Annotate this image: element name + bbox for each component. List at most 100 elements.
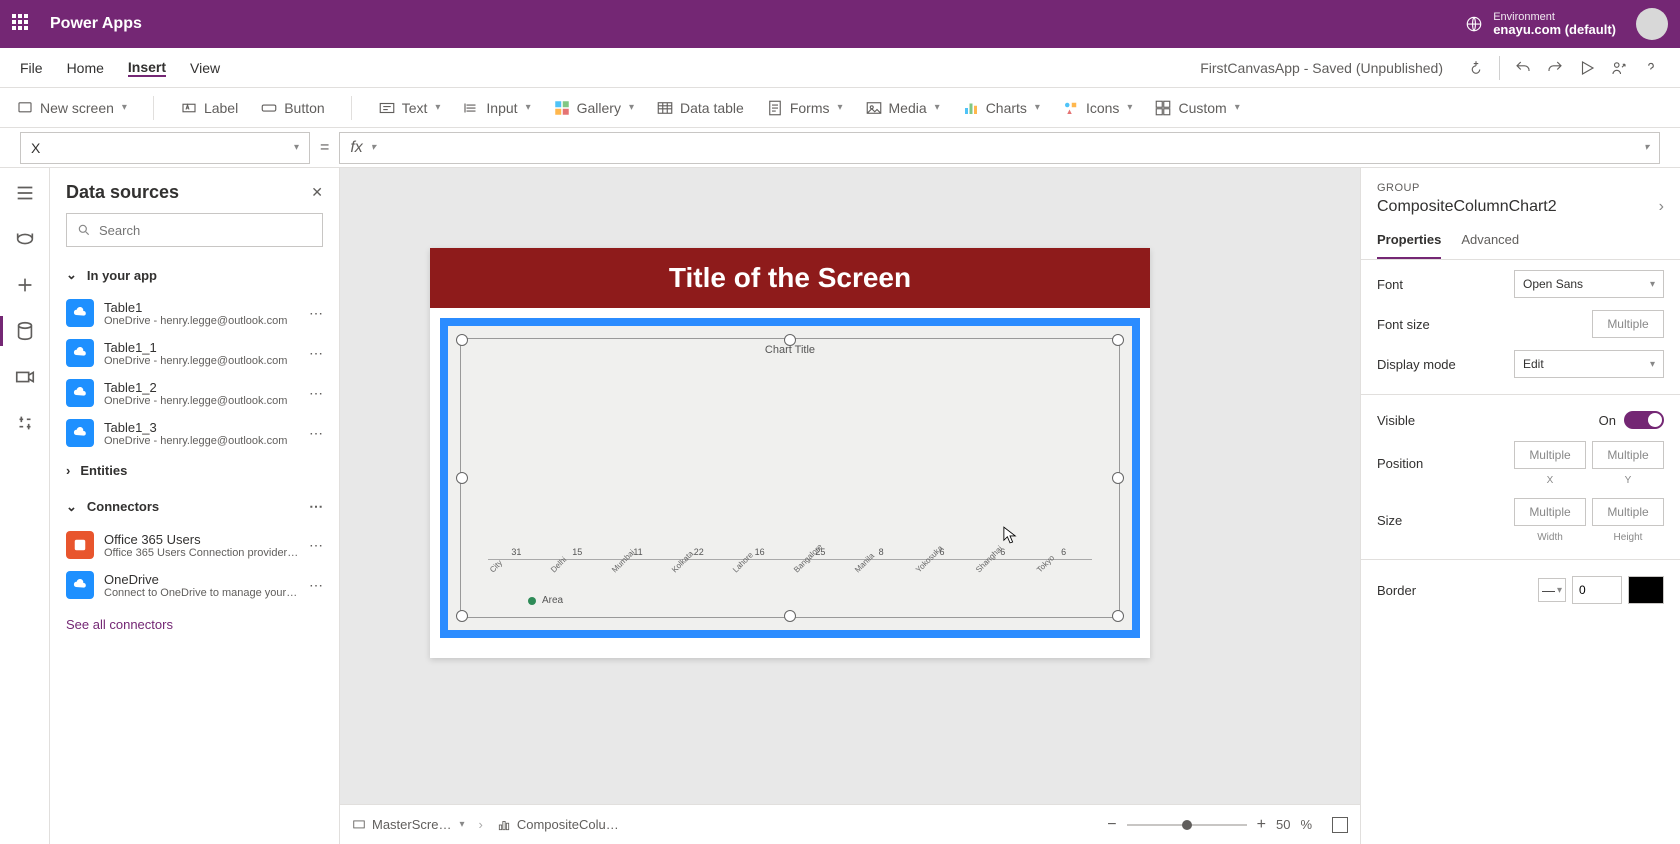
custom-button[interactable]: Custom▾ xyxy=(1154,99,1239,117)
menu-insert[interactable]: Insert xyxy=(128,59,166,77)
input-button[interactable]: Input▾ xyxy=(462,99,530,117)
size-label: Size xyxy=(1377,513,1402,528)
border-label: Border xyxy=(1377,583,1416,598)
displaymode-select[interactable]: Edit ▾ xyxy=(1514,350,1664,378)
waffle-icon[interactable] xyxy=(12,14,32,34)
border-width-input[interactable] xyxy=(1572,576,1622,604)
bar-value: 16 xyxy=(755,547,765,557)
play-icon[interactable] xyxy=(1578,59,1596,77)
datatable-button[interactable]: Data table xyxy=(656,99,744,117)
data-source-item[interactable]: Table1OneDrive - henry.legge@outlook.com… xyxy=(50,293,339,333)
gallery-button[interactable]: Gallery▾ xyxy=(553,99,634,117)
connector-title: OneDrive xyxy=(104,572,299,587)
position-x-input[interactable] xyxy=(1514,441,1586,469)
border-style-select[interactable]: — ▾ xyxy=(1538,578,1566,602)
resize-handle[interactable] xyxy=(456,610,468,622)
breadcrumb-control[interactable]: CompositeColu… xyxy=(497,817,619,832)
chevron-right-icon[interactable]: › xyxy=(1659,198,1664,216)
redo-icon[interactable] xyxy=(1546,59,1564,77)
breadcrumb-screen[interactable]: MasterScre… ▾ xyxy=(352,817,465,832)
more-icon[interactable]: ⋯ xyxy=(309,537,323,554)
label-button[interactable]: Label xyxy=(180,99,238,117)
undo-icon[interactable] xyxy=(1514,59,1532,77)
connector-item[interactable]: Office 365 UsersOffice 365 Users Connect… xyxy=(50,525,339,565)
chevron-down-icon: ▾ xyxy=(1650,359,1655,370)
close-icon[interactable]: ✕ xyxy=(311,184,323,201)
rail-tree-icon[interactable] xyxy=(14,182,36,204)
fontsize-input[interactable] xyxy=(1592,310,1664,338)
environment-picker[interactable]: Environment enayu.com (default) xyxy=(1465,11,1616,37)
search-field[interactable] xyxy=(99,223,312,238)
section-entities[interactable]: › Entities xyxy=(50,453,339,488)
button-button[interactable]: Button xyxy=(260,99,324,117)
chart-bars: 31 City 15 Delhi 11 Mumbai 22 Kolkata 16… xyxy=(488,376,1092,560)
charts-button[interactable]: Charts▾ xyxy=(962,99,1040,117)
menu-home[interactable]: Home xyxy=(67,60,104,76)
app-title: Power Apps xyxy=(50,15,1465,33)
size-height-input[interactable] xyxy=(1592,498,1664,526)
chevron-down-icon: ▾ xyxy=(935,102,940,113)
section-in-your-app[interactable]: ⌄ In your app xyxy=(50,257,339,293)
formula-input[interactable]: fx ▾ ▾ xyxy=(339,132,1660,164)
ribbon-label: Input xyxy=(486,100,517,116)
rail-media-icon[interactable] xyxy=(14,366,36,388)
data-source-item[interactable]: Table1_3OneDrive - henry.legge@outlook.c… xyxy=(50,413,339,453)
more-icon[interactable]: ⋯ xyxy=(309,385,323,402)
zoom-out-button[interactable]: − xyxy=(1107,816,1116,834)
rail-add-icon[interactable] xyxy=(14,274,36,296)
rail-settings-icon[interactable] xyxy=(14,412,36,434)
border-color-picker[interactable] xyxy=(1628,576,1664,604)
media-button[interactable]: Media▾ xyxy=(865,99,940,117)
more-icon[interactable]: ⋯ xyxy=(309,345,323,362)
displaymode-value: Edit xyxy=(1523,357,1544,371)
divider xyxy=(1361,394,1680,395)
forms-button[interactable]: Forms▾ xyxy=(766,99,843,117)
screen-title-bar[interactable]: Title of the Screen xyxy=(430,248,1150,308)
size-width-input[interactable] xyxy=(1514,498,1586,526)
more-icon[interactable]: ⋯ xyxy=(309,305,323,322)
zoom-thumb[interactable] xyxy=(1182,820,1192,830)
rail-data-icon[interactable] xyxy=(14,320,36,342)
canvas-area[interactable]: Title of the Screen Chart Title 31 City … xyxy=(340,168,1360,844)
canvas-screen[interactable]: Title of the Screen Chart Title 31 City … xyxy=(430,248,1150,658)
connector-title: Office 365 Users xyxy=(104,532,299,547)
resize-handle[interactable] xyxy=(456,472,468,484)
section-connectors[interactable]: ⌄ Connectors ⋯ xyxy=(50,488,339,525)
resize-handle[interactable] xyxy=(784,610,796,622)
tab-properties[interactable]: Properties xyxy=(1377,222,1441,259)
rail-insert-icon[interactable] xyxy=(14,228,36,250)
share-icon[interactable] xyxy=(1610,59,1628,77)
resize-handle[interactable] xyxy=(1112,610,1124,622)
menu-bar: File Home Insert View FirstCanvasApp - S… xyxy=(0,48,1680,88)
data-source-item[interactable]: Table1_1OneDrive - henry.legge@outlook.c… xyxy=(50,333,339,373)
visible-toggle[interactable] xyxy=(1624,411,1664,429)
menu-file[interactable]: File xyxy=(20,60,43,76)
see-all-connectors-link[interactable]: See all connectors xyxy=(50,605,339,644)
font-select[interactable]: Open Sans ▾ xyxy=(1514,270,1664,298)
more-icon[interactable]: ⋯ xyxy=(309,577,323,594)
search-input[interactable] xyxy=(66,213,323,247)
text-button[interactable]: Text▾ xyxy=(378,99,441,117)
resize-handle[interactable] xyxy=(1112,472,1124,484)
chart-selection[interactable]: Chart Title 31 City 15 Delhi 11 Mumbai 2… xyxy=(440,318,1140,638)
data-source-item[interactable]: Table1_2OneDrive - henry.legge@outlook.c… xyxy=(50,373,339,413)
chevron-down-icon: ▾ xyxy=(1127,102,1132,113)
position-y-input[interactable] xyxy=(1592,441,1664,469)
app-checker-icon[interactable] xyxy=(1467,59,1485,77)
new-screen-button[interactable]: New screen▾ xyxy=(16,99,127,117)
menu-view[interactable]: View xyxy=(190,60,220,76)
help-icon[interactable] xyxy=(1642,59,1660,77)
more-icon[interactable]: ⋯ xyxy=(309,498,323,515)
icons-button[interactable]: Icons▾ xyxy=(1062,99,1133,117)
chart-bar: 15 Delhi xyxy=(549,547,606,559)
connector-item[interactable]: OneDriveConnect to OneDrive to manage yo… xyxy=(50,565,339,605)
user-avatar[interactable] xyxy=(1636,8,1668,40)
tab-advanced[interactable]: Advanced xyxy=(1461,222,1519,259)
fontsize-label: Font size xyxy=(1377,317,1430,332)
fit-to-window-icon[interactable] xyxy=(1332,817,1348,833)
zoom-slider[interactable] xyxy=(1127,824,1247,826)
position-label: Position xyxy=(1377,456,1423,471)
property-selector[interactable]: X ▾ xyxy=(20,132,310,164)
more-icon[interactable]: ⋯ xyxy=(309,425,323,442)
zoom-in-button[interactable]: + xyxy=(1257,816,1266,834)
